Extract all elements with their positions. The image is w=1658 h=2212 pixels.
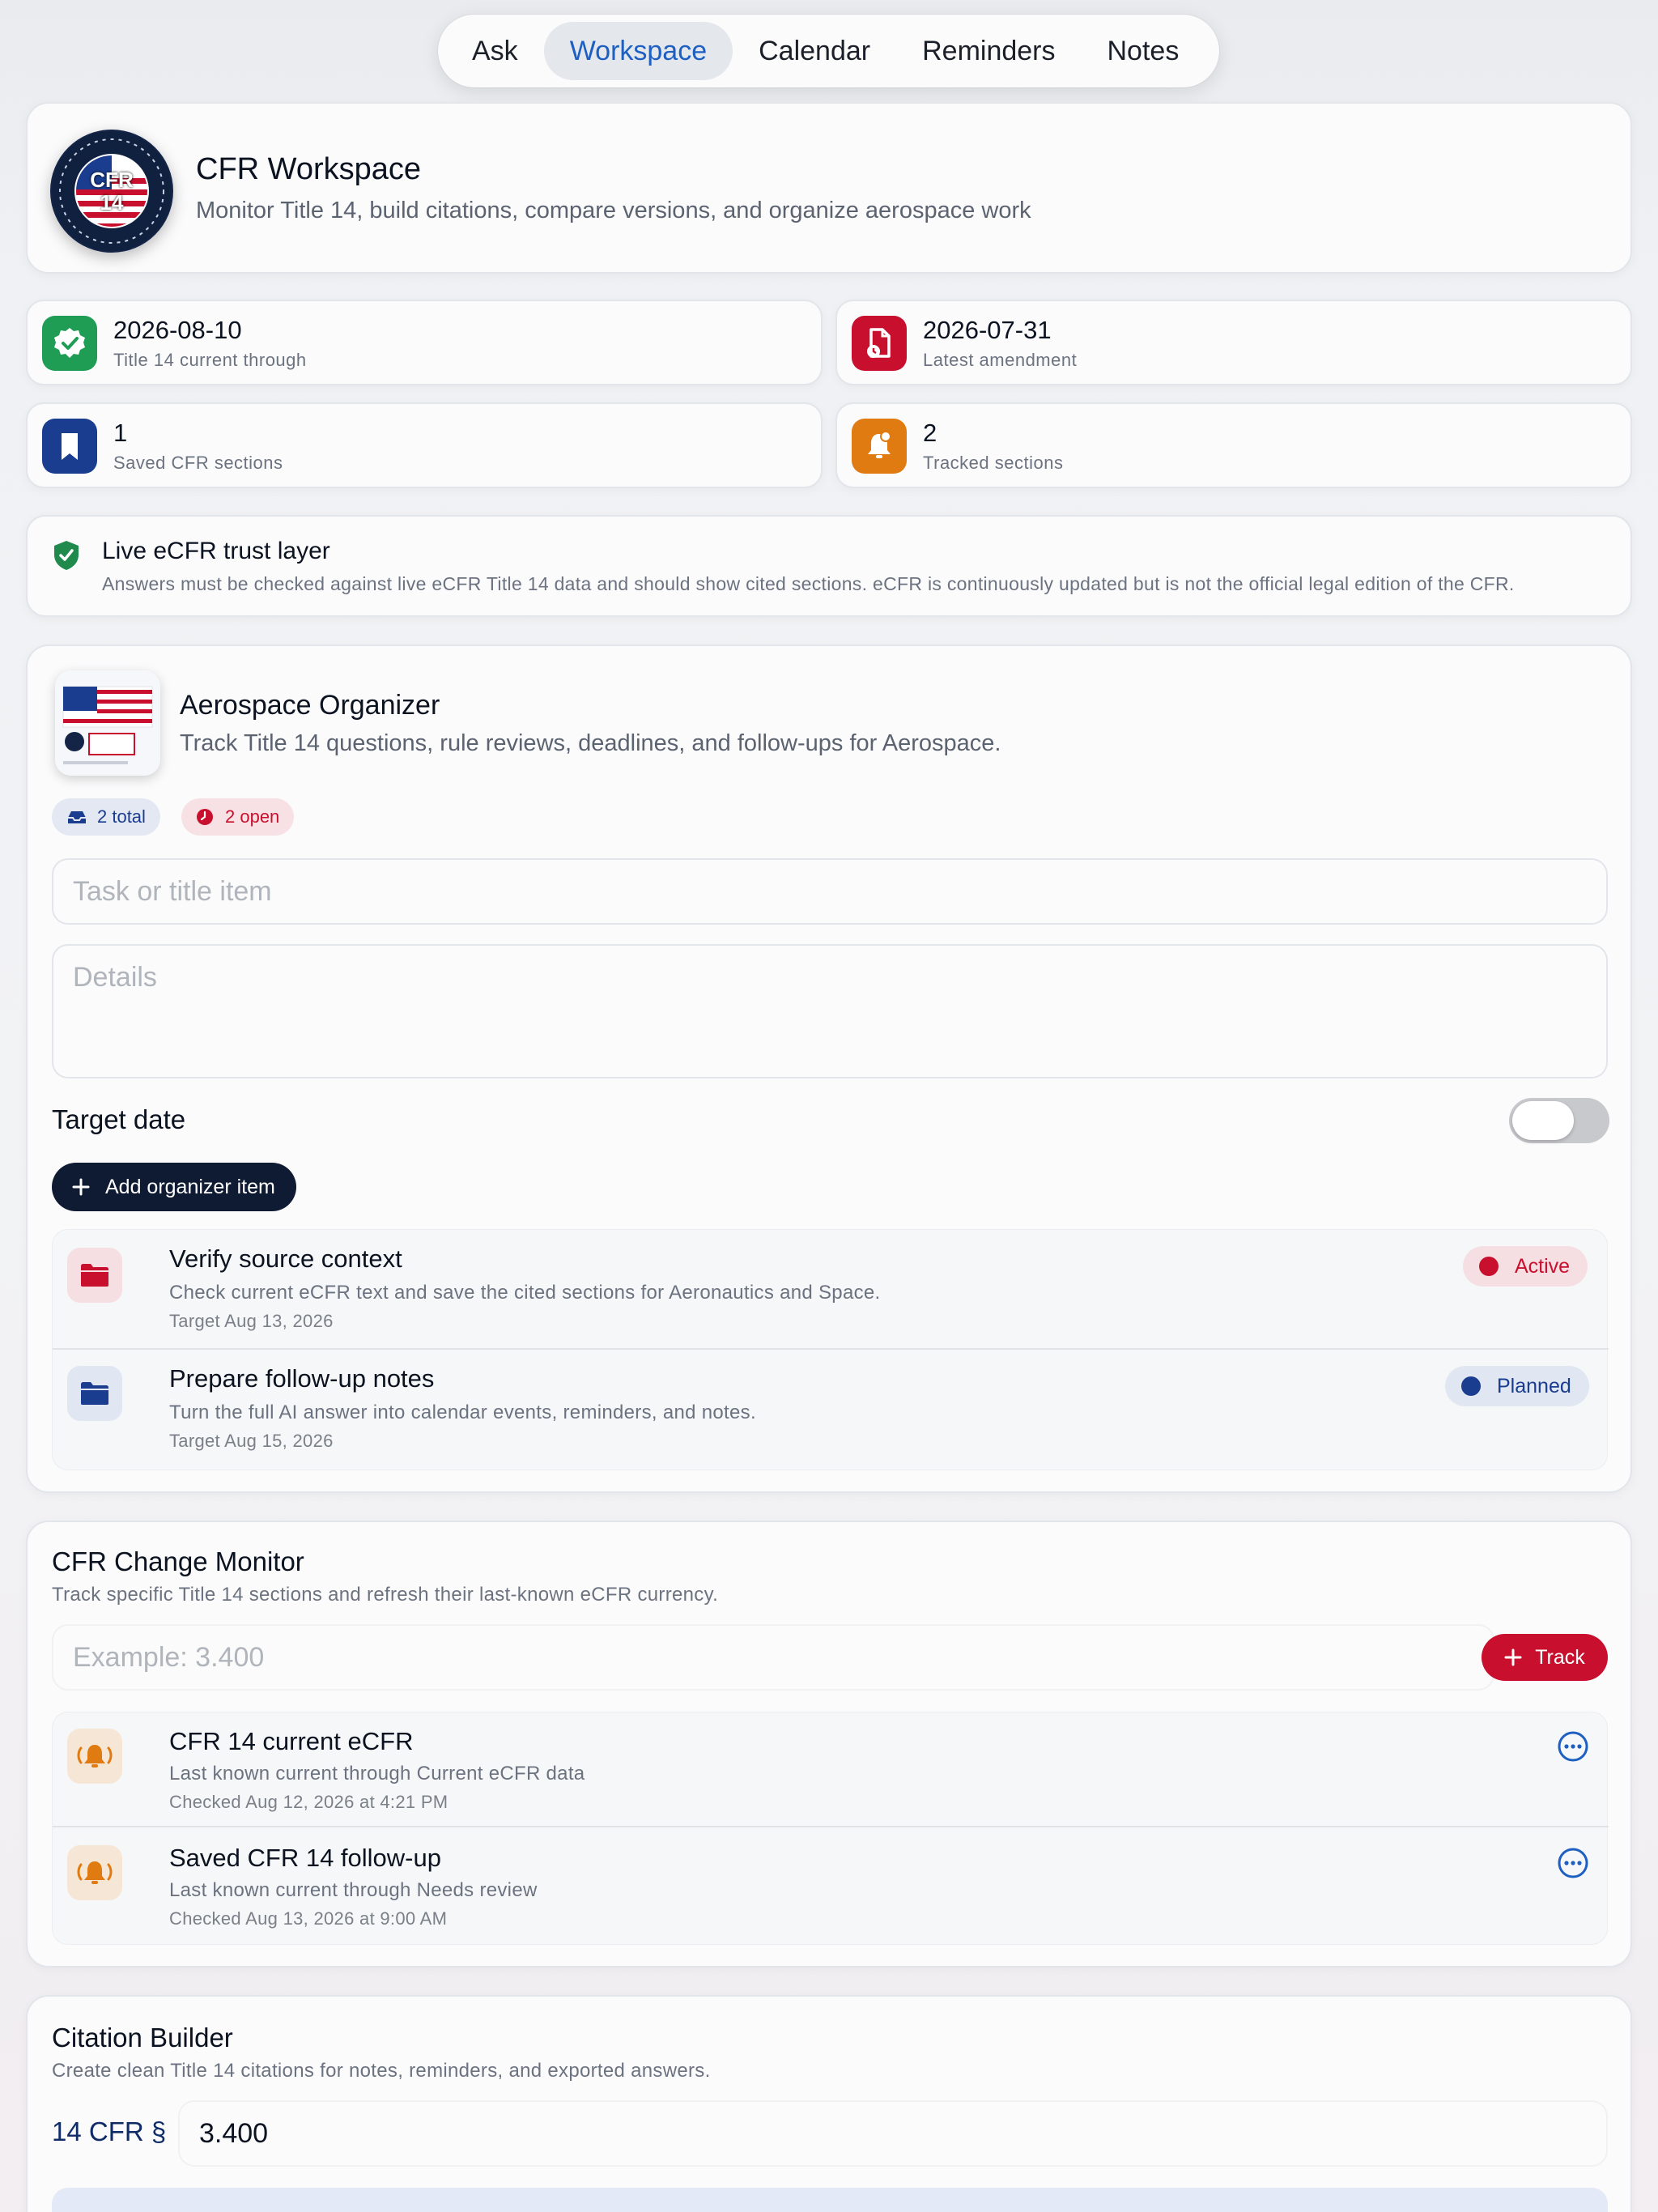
track-button[interactable]: Track bbox=[1482, 1634, 1608, 1681]
citation-title: Citation Builder bbox=[52, 2023, 233, 2052]
section-number-placeholder: Example: 3.400 bbox=[73, 1642, 265, 1673]
organizer-subtitle: Track Title 14 questions, rule reviews, … bbox=[180, 730, 1001, 756]
tracked-list: CFR 14 current eCFR Last known current t… bbox=[52, 1712, 1609, 1946]
plus-icon bbox=[71, 1177, 91, 1197]
details-placeholder: Details bbox=[73, 962, 157, 993]
organizer-list: Verify source context Check current eCFR… bbox=[52, 1229, 1609, 1471]
status-badge-active: Active bbox=[1463, 1246, 1588, 1287]
details-textarea[interactable]: Details bbox=[52, 944, 1608, 1078]
item-detail: Check current eCFR text and save the cit… bbox=[169, 1282, 881, 1304]
stat-label: Tracked sections bbox=[923, 453, 1064, 473]
list-item[interactable]: Saved CFR 14 follow-up Last known curren… bbox=[53, 1827, 1609, 1946]
citation-preview bbox=[52, 2188, 1608, 2212]
task-title-placeholder: Task or title item bbox=[73, 876, 272, 907]
status-dot bbox=[1461, 1376, 1481, 1396]
tracked-detail: Last known current through Current eCFR … bbox=[169, 1763, 585, 1784]
shield-check-icon bbox=[52, 539, 81, 576]
total-badge: 2 total bbox=[52, 798, 160, 836]
list-item[interactable]: Verify source context Check current eCFR… bbox=[53, 1230, 1609, 1350]
item-detail: Turn the full AI answer into calendar ev… bbox=[169, 1402, 756, 1423]
total-badge-label: 2 total bbox=[97, 806, 146, 827]
tab-calendar[interactable]: Calendar bbox=[733, 22, 896, 80]
trust-title: Live eCFR trust layer bbox=[102, 538, 330, 564]
tab-reminders[interactable]: Reminders bbox=[896, 22, 1081, 80]
more-options-icon[interactable] bbox=[1557, 1847, 1589, 1883]
open-badge-label: 2 open bbox=[225, 806, 280, 827]
bookmark-icon bbox=[42, 419, 97, 474]
citation-builder-card: Citation Builder Create clean Title 14 c… bbox=[26, 1995, 1632, 2212]
stat-value: 2 bbox=[923, 419, 937, 447]
change-monitor-card: CFR Change Monitor Track specific Title … bbox=[26, 1521, 1632, 1967]
stat-card-current-through[interactable]: 2026-08-10 Title 14 current through bbox=[26, 300, 823, 385]
tab-notes[interactable]: Notes bbox=[1082, 22, 1205, 80]
tracked-detail: Last known current through Needs review bbox=[169, 1879, 538, 1901]
item-title: Verify source context bbox=[169, 1244, 402, 1273]
tracked-title: CFR 14 current eCFR bbox=[169, 1727, 414, 1755]
target-date-toggle[interactable] bbox=[1509, 1098, 1609, 1143]
tab-ask[interactable]: Ask bbox=[446, 22, 544, 80]
stat-card-saved-sections[interactable]: 1 Saved CFR sections bbox=[26, 402, 823, 488]
seal-text: CFR 14 bbox=[90, 168, 134, 215]
verified-badge-icon bbox=[42, 316, 97, 371]
status-label: Planned bbox=[1497, 1374, 1571, 1397]
stat-value: 2026-08-10 bbox=[113, 316, 242, 344]
status-label: Active bbox=[1515, 1254, 1571, 1278]
item-title: Prepare follow-up notes bbox=[169, 1364, 435, 1393]
open-badge: 2 open bbox=[181, 798, 295, 836]
citation-subtitle: Create clean Title 14 citations for note… bbox=[52, 2060, 711, 2082]
clock-icon bbox=[196, 808, 214, 826]
add-organizer-item-button[interactable]: Add organizer item bbox=[52, 1163, 296, 1211]
toggle-knob bbox=[1512, 1101, 1574, 1140]
citation-prefix: 14 CFR § bbox=[52, 2116, 167, 2146]
cfr-seal-logo: CFR 14 bbox=[50, 130, 173, 253]
list-item[interactable]: Prepare follow-up notes Turn the full AI… bbox=[53, 1350, 1609, 1471]
bell-waves-icon bbox=[67, 1845, 122, 1900]
monitor-title: CFR Change Monitor bbox=[52, 1546, 304, 1576]
status-badge-planned: Planned bbox=[1445, 1366, 1589, 1406]
target-date-label: Target date bbox=[52, 1104, 186, 1134]
stat-card-tracked-sections[interactable]: 2 Tracked sections bbox=[835, 402, 1632, 488]
trust-text: Answers must be checked against live eCF… bbox=[102, 573, 1515, 594]
tracked-title: Saved CFR 14 follow-up bbox=[169, 1844, 441, 1872]
stat-value: 1 bbox=[113, 419, 128, 447]
stat-label: Latest amendment bbox=[923, 350, 1078, 370]
list-item[interactable]: CFR 14 current eCFR Last known current t… bbox=[53, 1712, 1609, 1827]
organizer-title: Aerospace Organizer bbox=[180, 690, 440, 721]
track-button-label: Track bbox=[1535, 1645, 1585, 1669]
stat-label: Saved CFR sections bbox=[113, 453, 283, 473]
add-organizer-item-label: Add organizer item bbox=[105, 1175, 275, 1198]
status-dot bbox=[1479, 1257, 1499, 1276]
item-target: Target Aug 13, 2026 bbox=[169, 1311, 334, 1331]
stat-label: Title 14 current through bbox=[113, 350, 307, 370]
task-title-input[interactable]: Task or title item bbox=[52, 858, 1608, 925]
stat-card-latest-amendment[interactable]: 2026-07-31 Latest amendment bbox=[835, 300, 1632, 385]
organizer-thumbnail bbox=[55, 670, 160, 776]
bell-waves-icon bbox=[67, 1729, 122, 1784]
page-subtitle: Monitor Title 14, build citations, compa… bbox=[196, 198, 1031, 223]
citation-section-input[interactable]: 3.400 bbox=[178, 2100, 1608, 2167]
citation-section-value: 3.400 bbox=[199, 2118, 269, 2149]
tab-workspace[interactable]: Workspace bbox=[543, 22, 733, 80]
bell-badge-icon bbox=[852, 419, 907, 474]
folder-icon bbox=[67, 1248, 122, 1303]
workspace-header-card: CFR 14 CFR Workspace Monitor Title 14, b… bbox=[26, 102, 1632, 274]
stat-value: 2026-07-31 bbox=[923, 316, 1052, 344]
trust-layer-card: Live eCFR trust layer Answers must be ch… bbox=[26, 515, 1632, 617]
folder-icon bbox=[67, 1366, 122, 1421]
plus-icon bbox=[1504, 1648, 1522, 1666]
aerospace-organizer-card: Aerospace Organizer Track Title 14 quest… bbox=[26, 644, 1632, 1493]
document-clock-icon bbox=[852, 316, 907, 371]
page-title: CFR Workspace bbox=[196, 152, 422, 186]
item-target: Target Aug 15, 2026 bbox=[169, 1431, 334, 1451]
section-number-input[interactable]: Example: 3.400 bbox=[52, 1624, 1494, 1691]
tracked-checked: Checked Aug 12, 2026 at 4:21 PM bbox=[169, 1792, 449, 1812]
top-segmented-nav: Ask Workspace Calendar Reminders Notes bbox=[438, 15, 1219, 87]
tray-icon bbox=[66, 809, 87, 825]
monitor-subtitle: Track specific Title 14 sections and ref… bbox=[52, 1584, 719, 1606]
more-options-icon[interactable] bbox=[1557, 1730, 1589, 1767]
tracked-checked: Checked Aug 13, 2026 at 9:00 AM bbox=[169, 1908, 448, 1929]
